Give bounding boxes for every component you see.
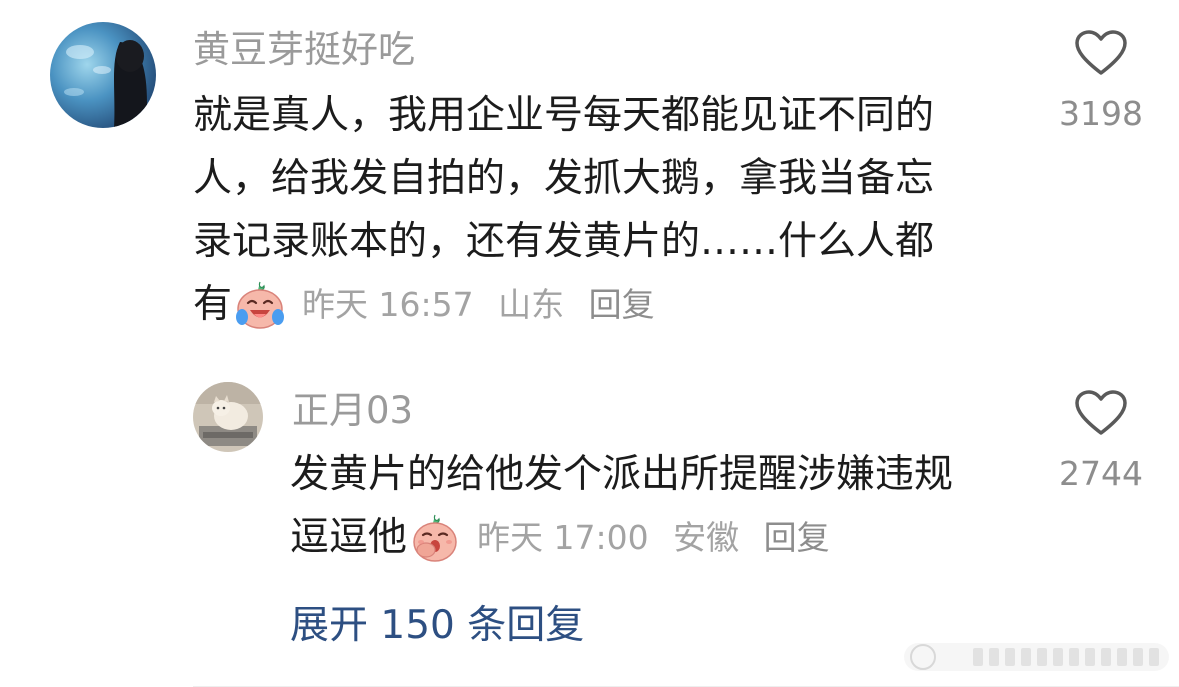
comment-text-line-3: 录记录账本的，还有发黄片的……什么人都 (193, 219, 935, 264)
comment-text-line-2: 人，给我发自拍的，发抓大鹅，拿我当备忘 (193, 156, 935, 201)
comment-avatar[interactable] (50, 22, 156, 128)
reply-username[interactable]: 正月03 (292, 392, 413, 429)
crying-laughing-peach-emoji (234, 279, 286, 331)
comment-reply-button[interactable]: 回复 (589, 285, 655, 324)
comment-meta: 昨天 16:57 山东 回复 (302, 273, 669, 336)
comment-text-tail: 有 (193, 282, 233, 327)
reply-text-tail: 逗逗他 (290, 515, 408, 560)
reply-text-line-2: 逗逗他 昨天 17:00 安徽 回复 (290, 506, 953, 569)
reply-location: 安徽 (673, 518, 740, 557)
comment-username[interactable]: 黄豆芽挺好吃 (193, 31, 415, 68)
reply-text-line-1: 发黄片的给他发个派出所提醒涉嫌违规 (290, 452, 954, 497)
aquarium-avatar-image (50, 22, 156, 128)
comment-time: 昨天 16:57 (302, 285, 474, 324)
reply-meta: 昨天 17:00 安徽 回复 (477, 506, 844, 569)
comment-text-line-4: 有 昨天 16:57 山东 回复 (193, 273, 934, 336)
watermark-ring-icon (910, 644, 936, 670)
comment-like-button[interactable]: 3198 (1046, 29, 1156, 130)
reply-avatar[interactable] (193, 382, 263, 452)
reply-body: 发黄片的给他发个派出所提醒涉嫌违规 逗逗他 昨天 17:00 安徽 回复 (290, 443, 953, 569)
reply-time: 昨天 17:00 (477, 518, 649, 557)
reply-reply-button[interactable]: 回复 (764, 518, 830, 557)
comment-location: 山东 (498, 285, 565, 324)
reply-like-button[interactable]: 2744 (1046, 389, 1156, 490)
snickering-peach-emoji (409, 512, 461, 564)
comment-body: 就是真人，我用企业号每天都能见证不同的 人，给我发自拍的，发抓大鹅，拿我当备忘 … (193, 84, 934, 336)
expand-replies-link[interactable]: 展开 150 条回复 (290, 606, 584, 645)
heart-outline-icon (1075, 390, 1127, 435)
cat-avatar-image (193, 382, 263, 452)
reply-like-count: 2744 (1059, 454, 1143, 493)
comment-like-count: 3198 (1059, 94, 1143, 133)
heart-outline-icon (1075, 30, 1127, 75)
comment-text-line-1: 就是真人，我用企业号每天都能见证不同的 (193, 93, 935, 138)
watermark-strip (904, 643, 1169, 671)
